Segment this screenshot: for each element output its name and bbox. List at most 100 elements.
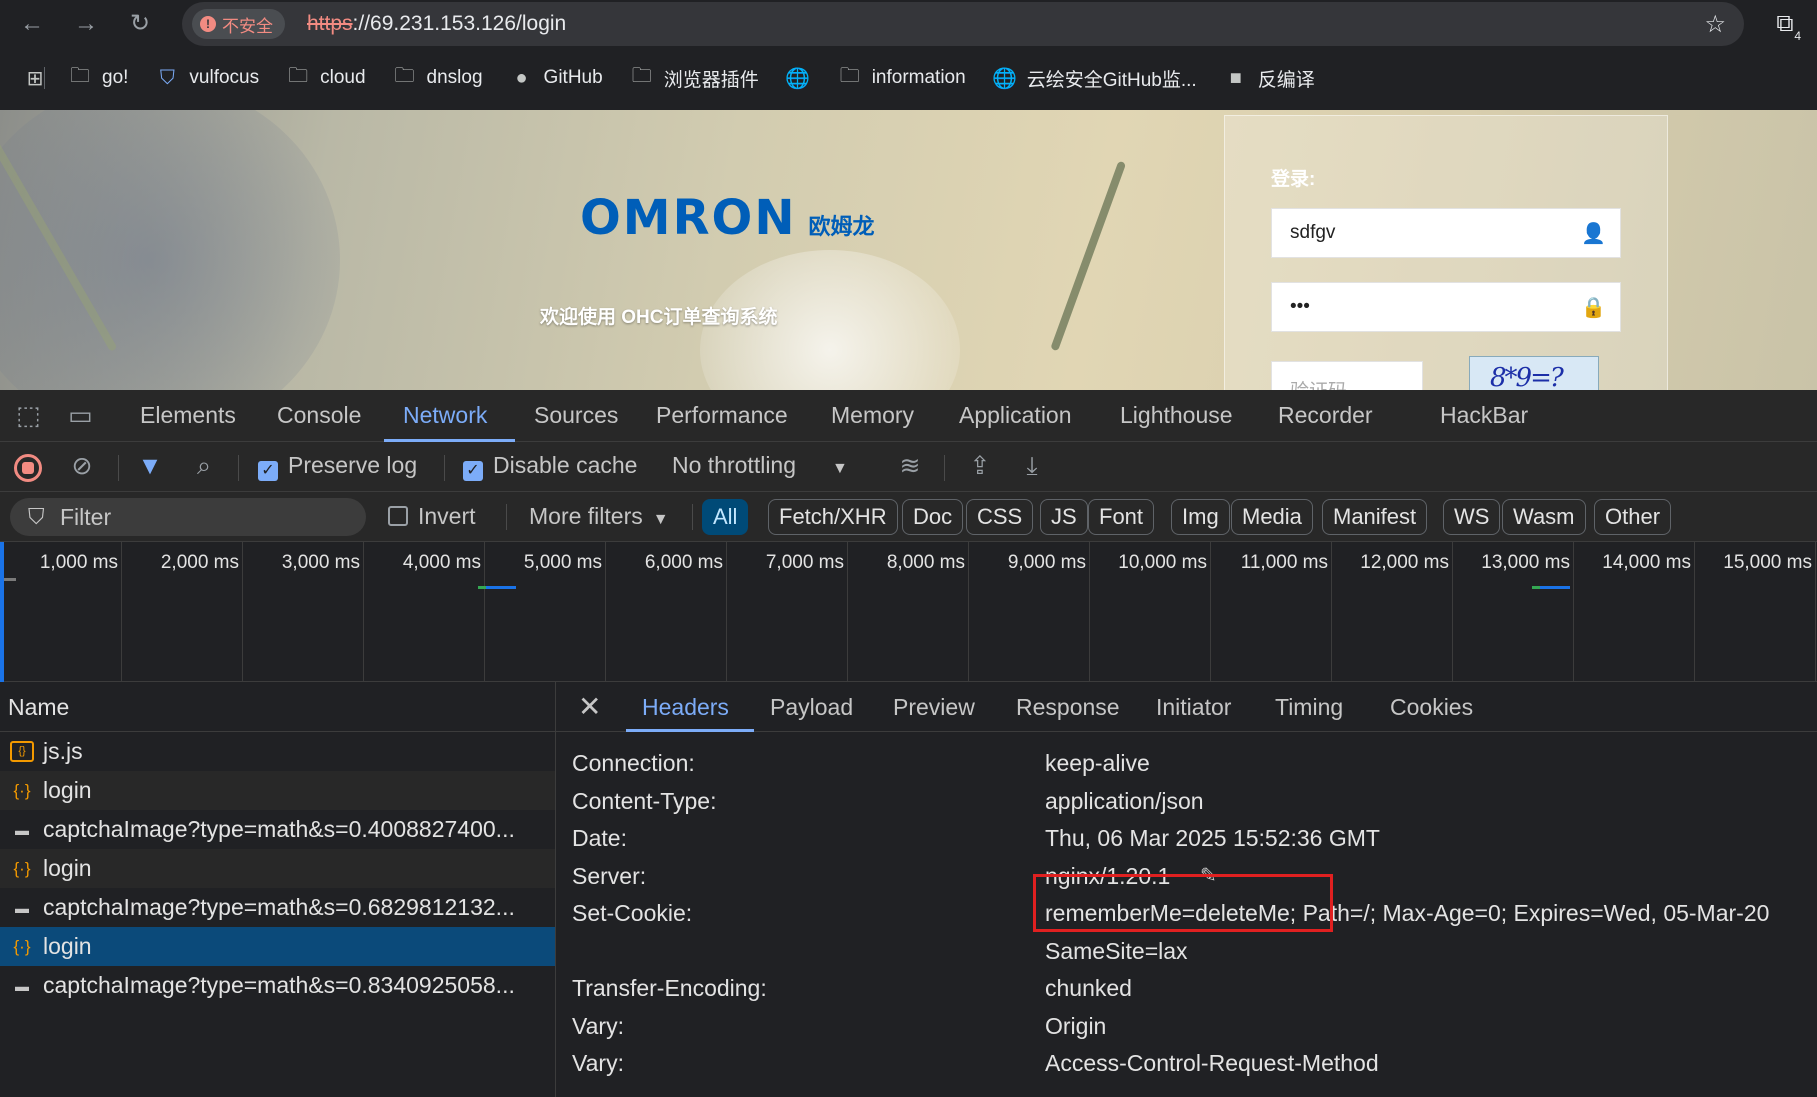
timeline-tick-label: 14,000 ms: [1602, 552, 1691, 573]
network-timeline-overview[interactable]: 1,000 ms 2,000 ms 3,000 ms 4,000 ms 5,000 ms…: [0, 542, 1817, 682]
request-row[interactable]: {·} login: [0, 771, 555, 810]
timeline-tick: 5,000 ms: [524, 542, 606, 682]
preserve-log-checkbox[interactable]: ✓ Preserve log: [258, 452, 417, 481]
filter-input[interactable]: [60, 503, 350, 531]
toolbar-divider: [692, 504, 693, 530]
timeline-tick-label: 4,000 ms: [402, 552, 481, 573]
request-row[interactable]: ▬ captchaImage?type=math&s=0.6829812132..…: [0, 888, 555, 927]
filter-type-img[interactable]: Img: [1171, 499, 1230, 535]
filter-type-wasm[interactable]: Wasm: [1502, 499, 1586, 535]
address-bar[interactable]: ! 不安全 https://69.231.153.126/login ☆: [182, 2, 1744, 46]
tab-recorder[interactable]: Recorder: [1278, 402, 1373, 429]
request-row[interactable]: ▬ captchaImage?type=math&s=0.8340925058..…: [0, 966, 555, 1005]
security-indicator[interactable]: ! 不安全: [192, 9, 285, 39]
filter-type-other[interactable]: Other: [1594, 499, 1672, 535]
url-text[interactable]: https://69.231.153.126/login: [307, 12, 566, 36]
header-name: Content-Type:: [572, 787, 717, 814]
reload-button[interactable]: ↻: [124, 8, 156, 40]
tab-cookies[interactable]: Cookies: [1390, 694, 1473, 721]
tab-hackbar[interactable]: HackBar: [1440, 402, 1528, 429]
captcha-image[interactable]: 8*9=?: [1469, 356, 1599, 390]
more-filters-dropdown[interactable]: More filters ▼: [529, 503, 669, 530]
tab-performance[interactable]: Performance: [656, 402, 788, 429]
bookmark-item[interactable]: 🗀 go!: [67, 65, 128, 89]
timeline-tick-label: 9,000 ms: [1007, 552, 1086, 573]
inspect-element-icon[interactable]: ⬚: [16, 400, 41, 431]
filter-type-fetchxhr[interactable]: Fetch/XHR: [768, 499, 898, 535]
bookmarks-divider: [44, 67, 45, 89]
network-toolbar: ⊘ ▼ ⌕ ✓ Preserve log ✓ Disable cache No th…: [0, 442, 1817, 492]
username-field[interactable]: sdfgv 👤: [1271, 208, 1621, 258]
request-row[interactable]: {} js.js: [0, 732, 555, 771]
bookmark-item[interactable]: 🗀 information: [837, 65, 966, 89]
timeline-tick-label: 2,000 ms: [160, 552, 239, 573]
active-tab-indicator: [626, 729, 754, 732]
throttling-value: No throttling: [672, 452, 797, 478]
bookmark-star-icon[interactable]: ☆: [1704, 10, 1726, 39]
tab-application[interactable]: Application: [959, 402, 1072, 429]
tab-sources[interactable]: Sources: [534, 402, 618, 429]
devtools-panel: ⬚ ▭ Elements Console Network Sources Perform…: [0, 390, 1817, 1097]
invert-checkbox[interactable]: Invert: [388, 503, 476, 530]
tab-lighthouse[interactable]: Lighthouse: [1120, 402, 1233, 429]
close-icon[interactable]: ✕: [578, 690, 601, 723]
bookmark-item[interactable]: 🗀 dnslog: [392, 65, 483, 89]
tab-headers[interactable]: Headers: [642, 694, 729, 721]
throttling-select[interactable]: No throttling ▼: [672, 452, 848, 479]
bookmark-item[interactable]: ■ 反编译: [1223, 65, 1315, 92]
tab-console[interactable]: Console: [277, 402, 361, 429]
image-file-icon: ▬: [15, 899, 29, 916]
tab-timing[interactable]: Timing: [1275, 694, 1343, 721]
bookmark-item[interactable]: 🌐 云绘安全GitHub监...: [992, 65, 1196, 92]
chevron-down-icon: ▼: [832, 460, 848, 477]
record-button[interactable]: [14, 454, 42, 482]
back-button[interactable]: ←: [16, 8, 48, 40]
filter-type-all[interactable]: All: [702, 499, 749, 535]
filter-type-doc[interactable]: Doc: [902, 499, 964, 535]
forward-button[interactable]: →: [70, 8, 102, 40]
timeline-tick: 9,000 ms: [1008, 542, 1090, 682]
filter-funnel-icon[interactable]: ▼: [134, 450, 166, 482]
background-stem: [1050, 160, 1127, 352]
tab-response[interactable]: Response: [1016, 694, 1120, 721]
tab-elements[interactable]: Elements: [140, 402, 236, 429]
request-row[interactable]: {·} login: [0, 849, 555, 888]
tab-memory[interactable]: Memory: [831, 402, 914, 429]
filter-type-font[interactable]: Font: [1088, 499, 1155, 535]
timeline-tick-label: 8,000 ms: [886, 552, 965, 573]
warning-icon: !: [200, 16, 216, 32]
filter-type-manifest[interactable]: Manifest: [1322, 499, 1428, 535]
request-row[interactable]: {·} login: [0, 927, 555, 966]
bookmark-item[interactable]: 🌐: [785, 67, 811, 90]
network-conditions-icon[interactable]: ≋: [894, 450, 926, 482]
annotation-highlight-box: [1033, 874, 1333, 932]
tab-preview[interactable]: Preview: [893, 694, 975, 721]
bookmark-item[interactable]: 🗀 浏览器插件: [629, 65, 759, 92]
bookmark-label: GitHub: [543, 67, 603, 88]
bookmark-item[interactable]: 🗀 cloud: [285, 65, 366, 89]
clear-icon[interactable]: ⊘: [66, 450, 98, 482]
fetch-xhr-icon: {·}: [13, 780, 31, 800]
disable-cache-checkbox[interactable]: ✓ Disable cache: [463, 452, 637, 481]
bookmark-item[interactable]: ⛉ vulfocus: [154, 67, 259, 89]
tab-network[interactable]: Network: [403, 402, 487, 429]
tab-payload[interactable]: Payload: [770, 694, 853, 721]
device-toolbar-icon[interactable]: ▭: [68, 400, 93, 431]
filter-type-ws[interactable]: WS: [1443, 499, 1501, 535]
filter-type-css[interactable]: CSS: [966, 499, 1034, 535]
export-har-icon[interactable]: ⤓: [1016, 450, 1048, 482]
filter-type-js[interactable]: JS: [1040, 499, 1088, 535]
request-row[interactable]: ▬ captchaImage?type=math&s=0.4008827400..…: [0, 810, 555, 849]
bookmark-label: cloud: [320, 67, 366, 88]
header-value: Origin: [1045, 1012, 1107, 1039]
folder-icon: 🗀: [631, 65, 652, 87]
tab-initiator[interactable]: Initiator: [1156, 694, 1231, 721]
captcha-input[interactable]: 验证码: [1271, 361, 1423, 390]
password-field[interactable]: ••• 🔒: [1271, 282, 1621, 332]
search-icon[interactable]: ⌕: [188, 450, 220, 482]
name-column-header[interactable]: Name: [0, 682, 555, 732]
import-har-icon[interactable]: ⇪: [964, 450, 996, 482]
filter-type-media[interactable]: Media: [1231, 499, 1313, 535]
extension-icon[interactable]: ⧉ 4: [1767, 6, 1803, 42]
bookmark-item[interactable]: ● GitHub: [509, 67, 603, 89]
